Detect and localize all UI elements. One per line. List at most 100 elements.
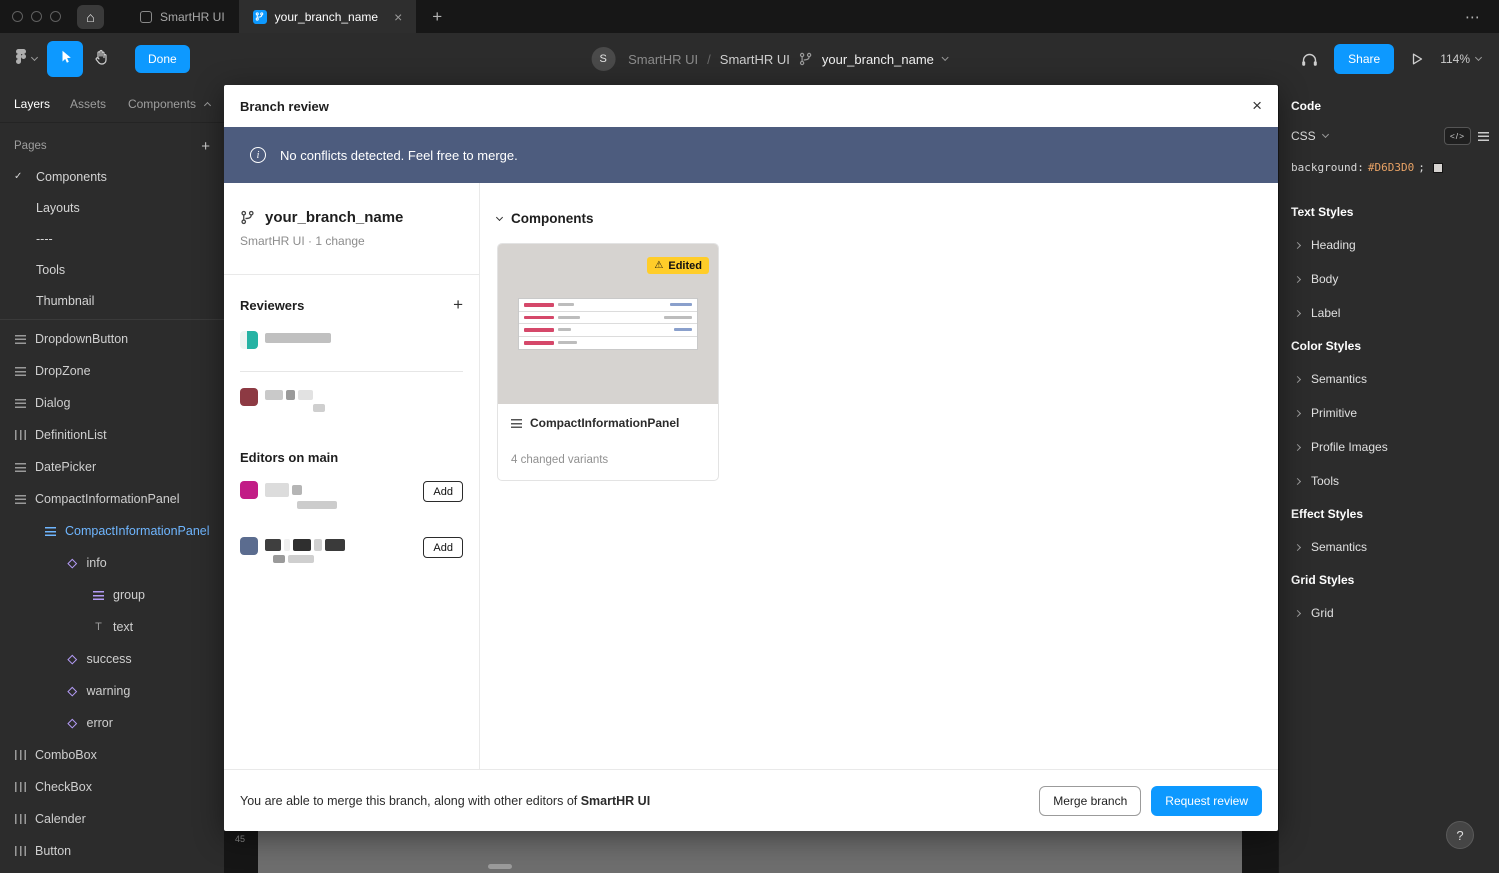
layer-row[interactable]: DefinitionList (0, 419, 224, 451)
window-controls[interactable] (0, 11, 77, 22)
component-set-icon (15, 750, 26, 760)
layer-row[interactable]: CompactInformationPanel (0, 483, 224, 515)
layer-row[interactable]: Button (0, 835, 224, 867)
reviewer-row[interactable] (240, 388, 463, 414)
no-conflicts-banner: i No conflicts detected. Feel free to me… (224, 127, 1278, 183)
breadcrumb-file[interactable]: SmartHR UI (720, 52, 790, 67)
done-button[interactable]: Done (135, 45, 190, 73)
present-icon[interactable] (1410, 52, 1424, 66)
page-item-thumbnail[interactable]: Thumbnail (0, 285, 224, 316)
layer-label: error (87, 716, 113, 730)
layer-row[interactable]: DropZone (0, 355, 224, 387)
editor-row: Add (240, 537, 463, 563)
css-property: background: (1291, 161, 1364, 174)
layer-row[interactable]: Calender (0, 803, 224, 835)
home-button[interactable]: ⌂ (77, 5, 104, 29)
add-editor-button[interactable]: Add (423, 481, 463, 502)
page-item-components[interactable]: ✓ Components (0, 161, 224, 192)
style-item-tools[interactable]: Tools (1279, 464, 1499, 498)
layer-row[interactable]: warning (0, 675, 224, 707)
add-editor-button[interactable]: Add (423, 537, 463, 558)
layer-row[interactable]: ComboBox (0, 739, 224, 771)
layer-row[interactable]: success (0, 643, 224, 675)
zoom-menu[interactable]: 114% (1440, 52, 1481, 66)
components-section-header[interactable]: Components (497, 211, 1254, 226)
request-review-button[interactable]: Request review (1151, 786, 1262, 816)
style-item-semantics[interactable]: Semantics (1279, 362, 1499, 396)
layer-row[interactable]: Dialog (0, 387, 224, 419)
style-item-body[interactable]: Body (1279, 262, 1499, 296)
layer-row[interactable]: DropdownButton (0, 323, 224, 355)
changed-variants-count: 4 changed variants (511, 454, 705, 466)
branch-icon (799, 52, 813, 66)
style-item-primitive[interactable]: Primitive (1279, 396, 1499, 430)
tab-smarthr-ui[interactable]: SmartHR UI (126, 0, 239, 33)
style-item-heading[interactable]: Heading (1279, 228, 1499, 262)
close-tab-icon[interactable]: × (394, 9, 402, 25)
share-button[interactable]: Share (1334, 44, 1394, 74)
chevron-down-icon[interactable] (942, 54, 949, 61)
info-icon: i (250, 147, 266, 163)
layer-label: Button (35, 844, 71, 858)
close-window-icon[interactable] (12, 11, 23, 22)
chevron-right-icon (1294, 309, 1301, 316)
layer-label: group (113, 588, 145, 602)
page-item-layouts[interactable]: Layouts (0, 192, 224, 223)
zoom-window-icon[interactable] (50, 11, 61, 22)
new-tab-button[interactable]: + (416, 7, 458, 27)
layer-row-selected[interactable]: CompactInformationPanel (0, 515, 224, 547)
reviewer-row[interactable] (240, 331, 463, 357)
options-icon[interactable] (1478, 132, 1489, 141)
avatar[interactable]: S (591, 47, 615, 71)
layer-row[interactable]: info (0, 547, 224, 579)
code-view-toggle[interactable]: </> (1444, 127, 1471, 145)
breadcrumb-org[interactable]: SmartHR UI (628, 52, 698, 67)
component-set-icon (15, 814, 26, 824)
horizontal-scrollbar[interactable] (488, 864, 512, 869)
breadcrumb-branch[interactable]: your_branch_name (822, 52, 934, 67)
layer-row[interactable]: T text (0, 611, 224, 643)
section-text-styles: Text Styles (1279, 196, 1499, 228)
layer-row[interactable]: DatePicker (0, 451, 224, 483)
style-item-grid[interactable]: Grid (1279, 596, 1499, 630)
style-item-profile-images[interactable]: Profile Images (1279, 430, 1499, 464)
help-button[interactable]: ? (1446, 821, 1474, 849)
css-code-snippet[interactable]: background: #D6D3D0; (1279, 161, 1499, 174)
tab-your-branch-name[interactable]: your_branch_name × (239, 0, 417, 33)
page-label: Components (36, 170, 107, 184)
merge-message-file-name: SmartHR UI (581, 794, 650, 808)
style-item-label[interactable]: Label (1279, 296, 1499, 330)
reviewers-title: Reviewers (240, 298, 304, 313)
component-rows-icon (15, 463, 26, 472)
headphones-icon[interactable] (1301, 52, 1318, 67)
style-item-effect-semantics[interactable]: Semantics (1279, 530, 1499, 564)
window-tab-bar: ⌂ SmartHR UI your_branch_name × + ⋯ (0, 0, 1499, 33)
add-reviewer-button[interactable]: + (453, 295, 463, 315)
style-label: Label (1311, 306, 1340, 320)
tab-layers[interactable]: Layers (14, 97, 50, 111)
layer-label: text (113, 620, 133, 634)
blurred-name (265, 481, 337, 509)
page-indicator[interactable]: Components (128, 97, 210, 111)
layer-row[interactable]: CheckBox (0, 771, 224, 803)
tabs-overflow-button[interactable]: ⋯ (1465, 8, 1499, 26)
file-breadcrumb[interactable]: S SmartHR UI / SmartHR UI your_branch_na… (591, 47, 948, 71)
tab-label: your_branch_name (275, 10, 378, 24)
blurred-name (265, 388, 325, 412)
close-modal-icon[interactable]: × (1252, 96, 1262, 116)
page-item-tools[interactable]: Tools (0, 254, 224, 285)
changed-component-card[interactable]: ⚠ Edited CompactInformationPanel (497, 243, 719, 481)
css-language-select[interactable]: CSS (1291, 129, 1316, 143)
merge-branch-button[interactable]: Merge branch (1039, 786, 1141, 816)
blurred-name (265, 331, 331, 343)
page-item-dashes[interactable]: ---- (0, 223, 224, 254)
thumbnail-table-preview (518, 298, 698, 350)
add-page-button[interactable]: + (201, 138, 210, 155)
main-menu-button[interactable] (6, 41, 47, 77)
hand-tool-button[interactable] (83, 41, 119, 77)
layer-row[interactable]: error (0, 707, 224, 739)
move-tool-button[interactable] (47, 41, 83, 77)
layer-row[interactable]: group (0, 579, 224, 611)
tab-assets[interactable]: Assets (70, 97, 106, 111)
minimize-window-icon[interactable] (31, 11, 42, 22)
